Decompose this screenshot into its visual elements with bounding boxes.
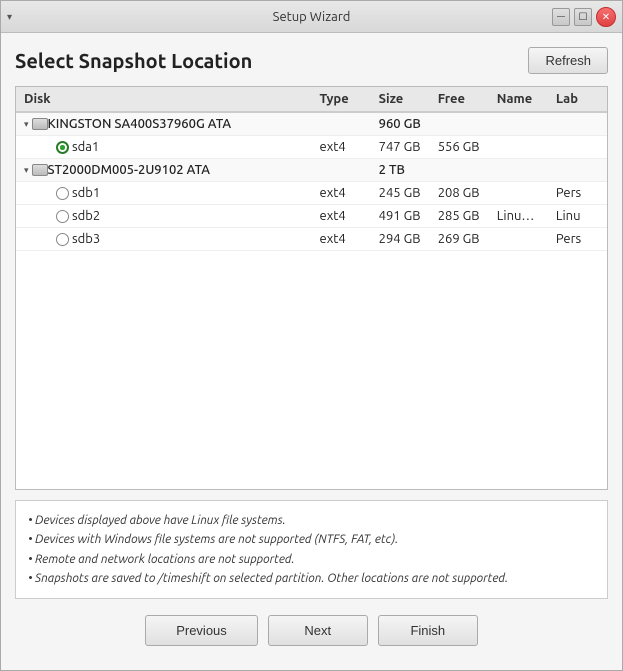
col-label: Lab: [548, 87, 607, 112]
hdd-icon: [32, 164, 48, 176]
previous-button[interactable]: Previous: [145, 615, 258, 646]
label-cell: [548, 136, 607, 159]
size-cell: 491 GB: [371, 205, 430, 228]
free-cell: [430, 112, 489, 136]
partition-radio[interactable]: [56, 210, 69, 223]
free-cell: 208 GB: [430, 182, 489, 205]
table-row[interactable]: sdb1 ext4245 GB208 GB Pers: [16, 182, 607, 205]
partition-label: sdb1: [72, 186, 100, 200]
titlebar: ▾ Setup Wizard — ☐ ✕: [1, 1, 622, 33]
table-row[interactable]: sdb2 ext4491 GB285 GBLinux_VMLinu: [16, 205, 607, 228]
next-button[interactable]: Next: [268, 615, 368, 646]
note-item: • Devices with Windows file systems are …: [28, 530, 595, 549]
disk-label: ST2000DM005-2U9102 ATA: [48, 163, 210, 177]
size-cell: 245 GB: [371, 182, 430, 205]
free-cell: 285 GB: [430, 205, 489, 228]
size-cell: 294 GB: [371, 228, 430, 251]
titlebar-left: ▾: [7, 11, 12, 23]
partition-name-cell: sdb3: [16, 228, 312, 251]
partition-label: sdb3: [72, 232, 100, 246]
size-cell: 960 GB: [371, 112, 430, 136]
disk-name-cell: ▾ KINGSTON SA400S37960G ATA: [16, 112, 312, 136]
finish-button[interactable]: Finish: [378, 615, 478, 646]
label-cell: [548, 159, 607, 182]
type-cell: [312, 159, 371, 182]
setup-wizard-window: ▾ Setup Wizard — ☐ ✕ Select Snapshot Loc…: [0, 0, 623, 671]
label-cell: Pers: [548, 228, 607, 251]
partition-radio[interactable]: [56, 187, 69, 200]
col-disk: Disk: [16, 87, 312, 112]
col-type: Type: [312, 87, 371, 112]
label-cell: [548, 112, 607, 136]
type-cell: ext4: [312, 136, 371, 159]
free-cell: 269 GB: [430, 228, 489, 251]
vol-name-cell: [489, 182, 548, 205]
vol-name-cell: [489, 159, 548, 182]
col-size: Size: [371, 87, 430, 112]
hdd-icon: [32, 118, 48, 130]
expand-chevron-icon: ▾: [24, 165, 29, 176]
type-cell: ext4: [312, 205, 371, 228]
disk-table: Disk Type Size Free Name Lab ▾ KINGSTON …: [16, 87, 607, 251]
maximize-button[interactable]: ☐: [574, 8, 592, 26]
partition-name-cell: sdb2: [16, 205, 312, 228]
partition-radio[interactable]: [56, 141, 69, 154]
note-item: • Snapshots are saved to /timeshift on s…: [28, 569, 595, 588]
vol-name-cell: [489, 228, 548, 251]
partition-name-cell: sdb1: [16, 182, 312, 205]
vol-name-cell: Linux_VM: [489, 205, 548, 228]
disk-label: KINGSTON SA400S37960G ATA: [48, 117, 232, 131]
footer: Previous Next Finish: [15, 609, 608, 660]
expand-chevron-icon: ▾: [24, 119, 29, 130]
note-item: • Remote and network locations are not s…: [28, 550, 595, 569]
table-header-row: Disk Type Size Free Name Lab: [16, 87, 607, 112]
table-row[interactable]: sda1 ext4747 GB556 GB: [16, 136, 607, 159]
type-cell: [312, 112, 371, 136]
partition-name-cell: sda1: [16, 136, 312, 159]
partition-radio[interactable]: [56, 233, 69, 246]
vol-name-cell: [489, 112, 548, 136]
window-title: Setup Wizard: [273, 10, 351, 24]
minimize-button[interactable]: —: [552, 8, 570, 26]
table-row: ▾ KINGSTON SA400S37960G ATA 960 GB: [16, 112, 607, 136]
window-chevron-icon: ▾: [7, 11, 12, 23]
type-cell: ext4: [312, 228, 371, 251]
table-row: ▾ ST2000DM005-2U9102 ATA 2 TB: [16, 159, 607, 182]
free-cell: 556 GB: [430, 136, 489, 159]
size-cell: 2 TB: [371, 159, 430, 182]
titlebar-controls: — ☐ ✕: [552, 7, 616, 27]
disk-name-cell: ▾ ST2000DM005-2U9102 ATA: [16, 159, 312, 182]
size-cell: 747 GB: [371, 136, 430, 159]
vol-name-cell: [489, 136, 548, 159]
col-name: Name: [489, 87, 548, 112]
label-cell: Linu: [548, 205, 607, 228]
main-content: Select Snapshot Location Refresh Disk Ty…: [1, 33, 622, 670]
note-item: • Devices displayed above have Linux fil…: [28, 511, 595, 530]
notes-box: • Devices displayed above have Linux fil…: [15, 500, 608, 599]
disk-table-container: Disk Type Size Free Name Lab ▾ KINGSTON …: [15, 86, 608, 490]
type-cell: ext4: [312, 182, 371, 205]
free-cell: [430, 159, 489, 182]
table-row[interactable]: sdb3 ext4294 GB269 GB Pers: [16, 228, 607, 251]
col-free: Free: [430, 87, 489, 112]
refresh-button[interactable]: Refresh: [528, 47, 608, 74]
partition-label: sdb2: [72, 209, 100, 223]
label-cell: Pers: [548, 182, 607, 205]
page-title: Select Snapshot Location: [15, 49, 252, 72]
header-row: Select Snapshot Location Refresh: [15, 47, 608, 74]
close-button[interactable]: ✕: [596, 7, 616, 27]
partition-label: sda1: [72, 140, 99, 154]
